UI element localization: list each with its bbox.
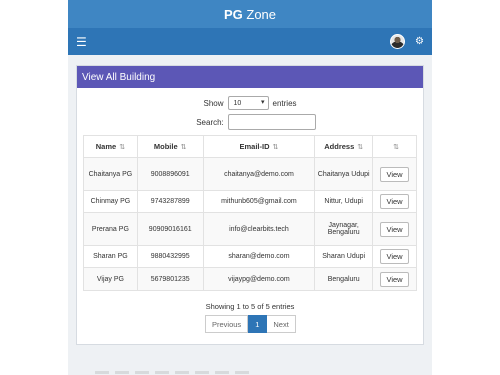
navbar: ☰ ⚙ bbox=[68, 28, 432, 55]
cell-action: View bbox=[372, 190, 417, 213]
header-mobile-label: Mobile bbox=[153, 142, 178, 151]
cell-email: sharan@demo.com bbox=[202, 245, 316, 268]
sort-icon: ⇅ bbox=[272, 144, 279, 151]
view-button[interactable]: View bbox=[380, 194, 409, 209]
app-window: PG Zone ☰ ⚙ View All Building Show 10 en… bbox=[68, 0, 432, 375]
navbar-right: ⚙ bbox=[390, 34, 424, 49]
entries-select[interactable]: 10 bbox=[227, 96, 269, 110]
header-action[interactable]: ⇅ bbox=[372, 135, 417, 158]
cell-name: Vijay PG bbox=[83, 267, 138, 291]
cell-address: Bengaluru bbox=[314, 267, 374, 291]
table-controls: Show 10 entries Search: bbox=[77, 96, 423, 130]
brand-bold: PG bbox=[223, 6, 243, 22]
hamburger-icon[interactable]: ☰ bbox=[76, 36, 87, 48]
table-row: Prerana PG 90909016161 info@clearbits.te… bbox=[83, 212, 417, 246]
view-button[interactable]: View bbox=[380, 166, 409, 182]
pagination: Previous 1 Next bbox=[205, 315, 296, 333]
sort-icon: ⇅ bbox=[393, 144, 399, 151]
show-label: Show bbox=[203, 98, 224, 108]
cell-mobile: 9880432995 bbox=[136, 245, 204, 268]
buildings-panel: View All Building Show 10 entries Search… bbox=[76, 65, 424, 345]
header-email-label: Email-ID bbox=[239, 142, 270, 151]
brand-rest: Zone bbox=[242, 6, 277, 22]
cell-email: info@clearbits.tech bbox=[202, 212, 316, 246]
table-header-row: Name ⇅ Mobile ⇅ Email-ID ⇅ Address ⇅ ⇅ bbox=[83, 135, 417, 158]
cell-action: View bbox=[372, 267, 417, 291]
cell-mobile: 5679801235 bbox=[136, 267, 204, 291]
header-address[interactable]: Address ⇅ bbox=[314, 135, 374, 158]
cell-action: View bbox=[372, 157, 417, 191]
entries-label: entries bbox=[272, 98, 297, 108]
header-name-label: Name bbox=[95, 142, 117, 151]
cell-address: Sharan Udupi bbox=[314, 245, 374, 268]
cell-name: Sharan PG bbox=[83, 245, 138, 268]
panel-title: View All Building bbox=[77, 66, 423, 88]
sort-icon: ⇅ bbox=[357, 144, 364, 151]
buildings-table: Name ⇅ Mobile ⇅ Email-ID ⇅ Address ⇅ ⇅ Chait… bbox=[83, 135, 417, 291]
cell-name: Chinmay PG bbox=[83, 190, 138, 213]
search-input[interactable] bbox=[227, 114, 316, 130]
table-row: Sharan PG 9880432995 sharan@demo.com Sha… bbox=[83, 245, 417, 268]
header-mobile[interactable]: Mobile ⇅ bbox=[136, 135, 204, 158]
cell-email: mithunb605@gmail.com bbox=[202, 190, 316, 213]
table-row: Chinmay PG 9743287899 mithunb605@gmail.c… bbox=[83, 190, 417, 213]
cell-address: Nittur, Udupi bbox=[314, 190, 374, 213]
view-button[interactable]: View bbox=[380, 221, 409, 237]
footer-faint-text bbox=[95, 371, 255, 374]
entries-length: Show 10 entries bbox=[77, 96, 423, 110]
search-label: Search: bbox=[196, 117, 224, 127]
header-address-label: Address bbox=[324, 142, 355, 151]
brand-logo[interactable]: PG Zone bbox=[224, 7, 276, 22]
cogs-icon[interactable]: ⚙ bbox=[415, 36, 424, 47]
cell-address: Jaynagar, Bengaluru bbox=[314, 212, 374, 246]
cell-action: View bbox=[372, 212, 417, 246]
header-name[interactable]: Name ⇅ bbox=[83, 135, 138, 158]
topbar: PG Zone bbox=[68, 0, 432, 28]
pagination-next[interactable]: Next bbox=[267, 315, 296, 333]
cell-email: chaitanya@demo.com bbox=[202, 157, 316, 191]
cell-name: Prerana PG bbox=[83, 212, 138, 246]
search-row: Search: bbox=[77, 114, 423, 130]
avatar[interactable] bbox=[390, 34, 406, 49]
table-row: Vijay PG 5679801235 vijaypg@demo.com Ben… bbox=[83, 267, 417, 291]
cell-email: vijaypg@demo.com bbox=[202, 267, 316, 291]
view-button[interactable]: View bbox=[380, 249, 409, 264]
header-email[interactable]: Email-ID ⇅ bbox=[202, 135, 316, 158]
table-info: Showing 1 to 5 of 5 entries bbox=[205, 302, 295, 311]
cell-name: Chaitanya PG bbox=[83, 157, 138, 191]
cell-mobile: 9008896091 bbox=[136, 157, 204, 191]
pagination-page-1[interactable]: 1 bbox=[248, 315, 268, 333]
sort-icon: ⇅ bbox=[119, 144, 126, 151]
cell-mobile: 90909016161 bbox=[136, 212, 204, 246]
cell-mobile: 9743287899 bbox=[136, 190, 204, 213]
entries-select-value: 10 bbox=[233, 99, 242, 107]
table-row: Chaitanya PG 9008896091 chaitanya@demo.c… bbox=[83, 157, 417, 191]
sort-icon: ⇅ bbox=[180, 144, 187, 151]
view-button[interactable]: View bbox=[380, 271, 409, 287]
cell-action: View bbox=[372, 245, 417, 268]
pagination-previous[interactable]: Previous bbox=[205, 315, 249, 333]
cell-address: Chaitanya Udupi bbox=[314, 157, 374, 191]
